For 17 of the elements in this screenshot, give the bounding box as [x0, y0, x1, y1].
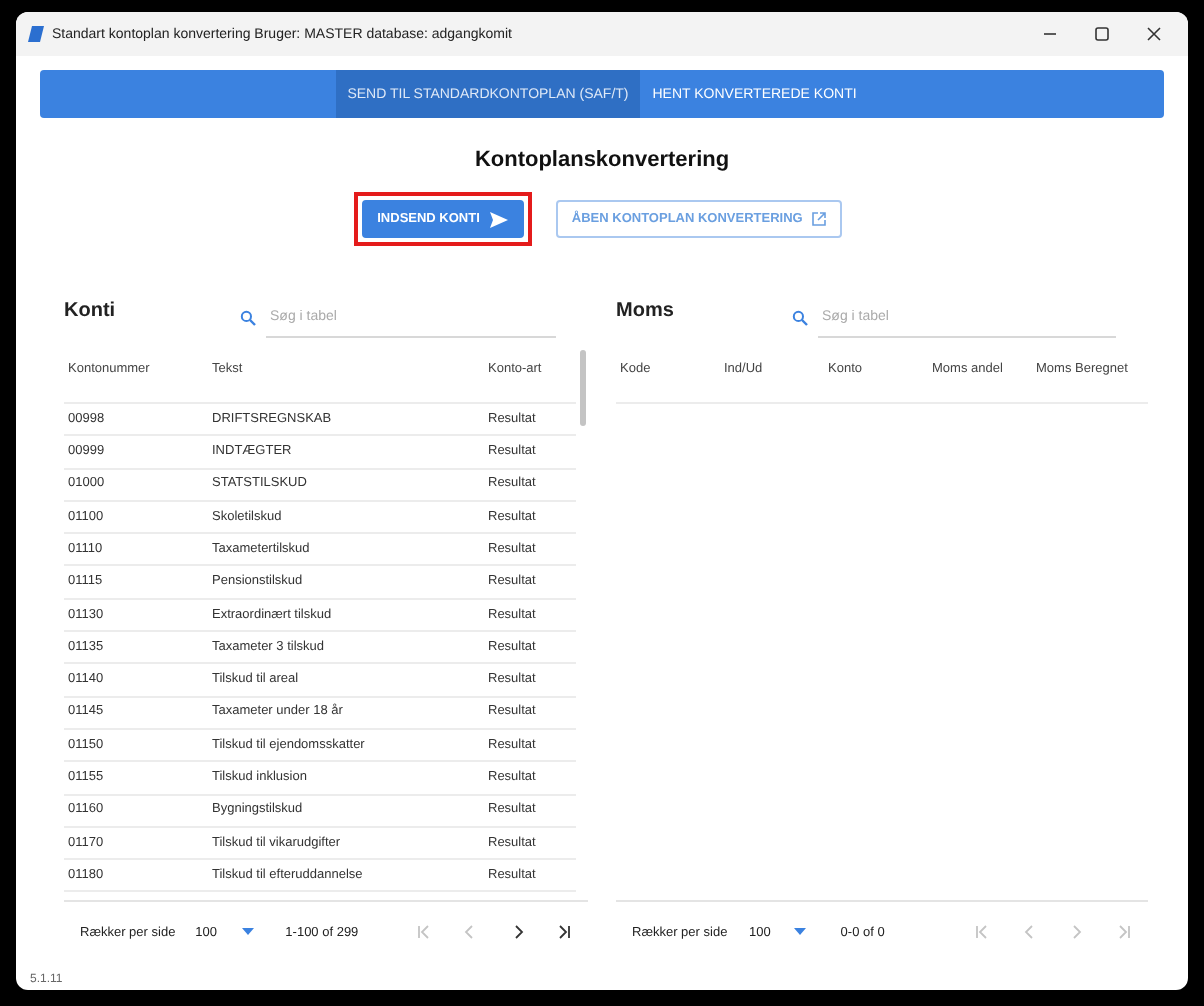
first-page-icon: [971, 922, 992, 942]
panel-title: Moms: [616, 300, 676, 326]
last-page-icon: [554, 922, 575, 942]
dropdown-caret-icon: [241, 928, 253, 936]
scrollbar-thumb[interactable]: [579, 350, 585, 426]
panel-title: Konti: [64, 300, 118, 326]
app-logo-icon: [28, 26, 44, 42]
send-icon: [489, 211, 508, 227]
close-icon: [1146, 26, 1162, 42]
search-icon: [792, 310, 808, 326]
last-page-icon: [1114, 922, 1135, 942]
maximize-icon: [1094, 26, 1110, 42]
search-icon: [240, 310, 256, 326]
external-link-icon: [812, 212, 827, 226]
first-page-icon: [414, 922, 435, 942]
dropdown-caret-icon: [794, 928, 807, 936]
page-heading: Kontoplanskonvertering: [472, 148, 732, 172]
